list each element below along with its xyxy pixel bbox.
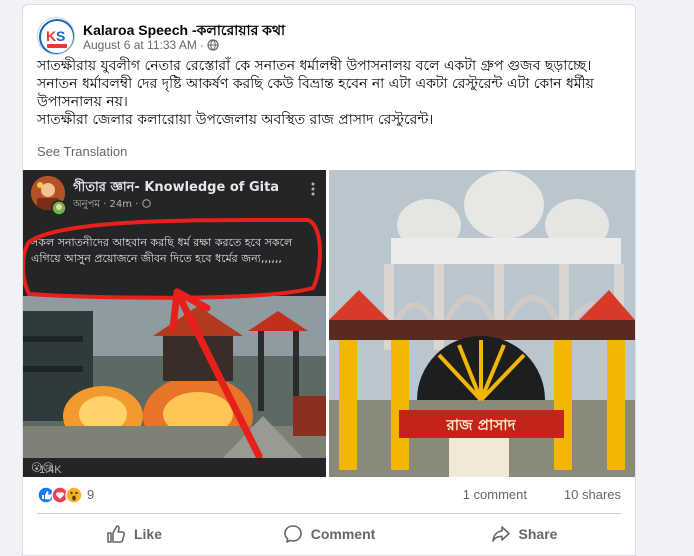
post-meta: August 6 at 11:33 AM · xyxy=(83,38,219,52)
post-timestamp[interactable]: August 6 at 11:33 AM xyxy=(83,38,197,52)
post-header: K S Kalaroa Speech -কলারোয়ার কথা August… xyxy=(37,17,617,57)
comment-button[interactable]: Comment xyxy=(232,515,426,553)
post-stats: 9 1 comment 10 shares xyxy=(37,485,621,505)
restaurant-photo[interactable]: রাজ প্রাসাদ xyxy=(329,170,635,477)
sign-text: রাজ প্রাসাদ xyxy=(446,416,517,434)
inner-reaction-number: 1.4K xyxy=(39,464,62,476)
comment-label: Comment xyxy=(310,526,376,542)
reaction-count[interactable]: 9 xyxy=(87,487,94,502)
thumbs-up-icon xyxy=(107,525,126,543)
page-avatar[interactable]: K S xyxy=(37,17,75,55)
like-label: Like xyxy=(133,526,162,542)
actions-divider xyxy=(37,513,621,514)
reaction-icons[interactable] xyxy=(37,485,85,505)
post-text: সাতক্ষীরায় যুবলীগ নেতার রেস্তোরাঁ কে সন… xyxy=(37,57,622,129)
share-arrow-icon xyxy=(491,526,510,542)
post-actions: Like Comment Share xyxy=(37,515,621,555)
wow-reaction-icon xyxy=(65,486,83,504)
share-button[interactable]: Share xyxy=(427,515,621,553)
red-annotation xyxy=(23,217,322,460)
svg-text:S: S xyxy=(56,28,65,44)
share-count[interactable]: 10 shares xyxy=(564,487,621,502)
share-label: Share xyxy=(518,526,558,542)
post-text-line: সাতক্ষীরা জেলার কলারোয়া উপজেলায় অবস্থি… xyxy=(37,112,434,128)
post-text-line: সনাতন ধর্মাবলম্বী দের দৃষ্টি আকর্ষণ করছি… xyxy=(37,76,594,110)
comment-count[interactable]: 1 comment xyxy=(463,487,527,502)
restaurant-building-image: রাজ প্রাসাদ xyxy=(329,170,635,477)
inner-reaction-bar: 😮😢 1.4K xyxy=(23,458,326,477)
post-media: গীতার জ্ঞান- Knowledge of Gita অনুপম · 2… xyxy=(23,170,635,477)
comment-bubble-icon xyxy=(283,525,302,543)
inner-reaction-count: 😮😢 1.4K xyxy=(31,462,62,476)
svg-text:K: K xyxy=(46,28,56,44)
see-translation-link[interactable]: See Translation xyxy=(37,144,127,159)
like-button[interactable]: Like xyxy=(37,515,231,553)
screenshot-image[interactable]: গীতার জ্ঞান- Knowledge of Gita অনুপম · 2… xyxy=(23,170,326,477)
globe-icon xyxy=(207,39,219,51)
post-card: K S Kalaroa Speech -কলারোয়ার কথা August… xyxy=(22,4,636,556)
meta-separator: · xyxy=(199,38,204,52)
post-text-line: সাতক্ষীরায় যুবলীগ নেতার রেস্তোরাঁ কে সন… xyxy=(37,58,592,74)
